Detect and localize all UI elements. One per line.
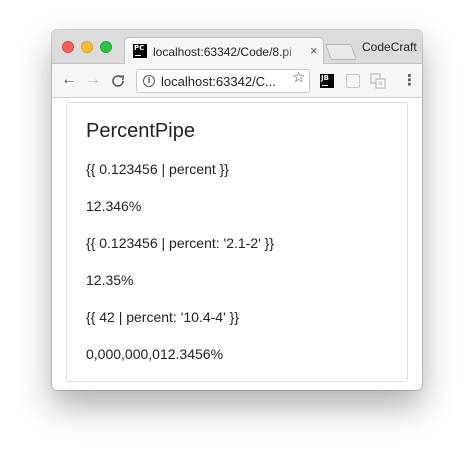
profile-name[interactable]: CodeCraft bbox=[362, 40, 417, 54]
reload-icon[interactable] bbox=[110, 70, 126, 94]
tab-title: localhost:63342/Code/8.pi bbox=[153, 45, 305, 59]
maximize-window-button[interactable] bbox=[100, 41, 112, 53]
expression-line-2: {{ 0.123456 | percent: '2.1-2' }} bbox=[86, 235, 275, 251]
browser-toolbar: ← → i localhost:63342/C... ☆ JB ⋮ bbox=[52, 64, 422, 98]
extension-square-icon[interactable] bbox=[346, 74, 360, 88]
expression-line-3: {{ 42 | percent: '10.4-4' }} bbox=[86, 309, 239, 325]
extension-translate-icon[interactable] bbox=[370, 73, 386, 89]
page-title: PercentPipe bbox=[86, 120, 195, 142]
bookmark-star-icon[interactable]: ☆ bbox=[292, 69, 305, 87]
back-arrow-icon[interactable]: ← bbox=[61, 70, 77, 90]
expression-line-1: {{ 0.123456 | percent }} bbox=[86, 161, 229, 177]
url-text[interactable]: localhost:63342/C... bbox=[161, 74, 276, 89]
result-line-2: 12.35% bbox=[86, 272, 134, 288]
page-content: PercentPipe {{ 0.123456 | percent }} 12.… bbox=[52, 98, 422, 390]
browser-tab[interactable]: PC localhost:63342/Code/8.pi × bbox=[124, 37, 324, 65]
address-bar[interactable]: i localhost:63342/C... bbox=[136, 69, 310, 93]
result-line-1: 12.346% bbox=[86, 198, 142, 214]
browser-window: PC localhost:63342/Code/8.pi × CodeCraft… bbox=[52, 30, 422, 390]
pycharm-favicon-icon: PC bbox=[133, 44, 147, 58]
minimize-window-button[interactable] bbox=[81, 41, 93, 53]
menu-dots-icon[interactable]: ⋮ bbox=[402, 72, 417, 90]
content-card: PercentPipe {{ 0.123456 | percent }} 12.… bbox=[66, 102, 408, 382]
tab-close-icon[interactable]: × bbox=[310, 44, 318, 58]
info-icon[interactable]: i bbox=[143, 75, 155, 87]
close-window-button[interactable] bbox=[62, 41, 74, 53]
new-tab-button[interactable] bbox=[325, 44, 357, 60]
result-line-3: 0,000,000,012.3456% bbox=[86, 346, 224, 362]
jetbrains-extension-icon[interactable]: JB bbox=[320, 74, 334, 88]
title-bar: PC localhost:63342/Code/8.pi × CodeCraft bbox=[52, 30, 422, 65]
forward-arrow-icon[interactable]: → bbox=[85, 70, 101, 90]
